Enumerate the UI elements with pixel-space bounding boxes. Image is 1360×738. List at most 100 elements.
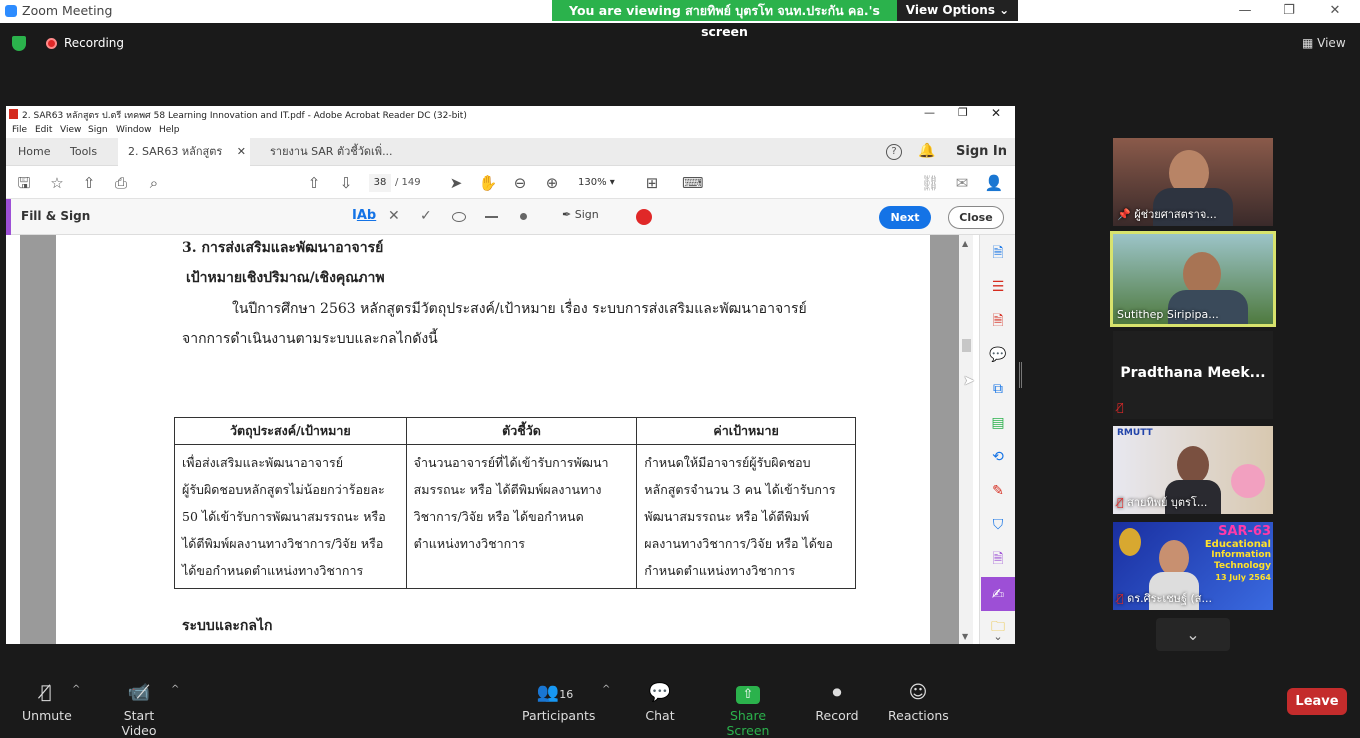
keyboard-icon[interactable]: ⌨ bbox=[682, 173, 704, 193]
menu-edit[interactable]: Edit bbox=[35, 125, 52, 135]
acrobat-close-button[interactable]: ✕ bbox=[991, 106, 1001, 120]
maximize-button[interactable]: ❐ bbox=[1266, 0, 1312, 23]
acrobat-maximize-button[interactable]: ❐ bbox=[958, 106, 968, 119]
bell-icon[interactable]: 🔔 bbox=[918, 143, 935, 159]
tab-document-2[interactable]: รายงาน SAR ตัวชี้วัดเพิ่... bbox=[260, 138, 403, 166]
menu-window[interactable]: Window bbox=[116, 125, 152, 135]
start-video-button[interactable]: 📹̸ Start Video bbox=[106, 682, 172, 738]
link-icon[interactable]: ⛓ bbox=[920, 173, 940, 193]
view-layout-button[interactable]: ▦ View bbox=[1302, 36, 1346, 50]
video-options-caret-icon[interactable]: ^ bbox=[171, 684, 179, 695]
text-field-icon[interactable]: IAb bbox=[352, 208, 376, 223]
close-window-button[interactable]: ✕ bbox=[1312, 0, 1358, 23]
hand-tool-icon[interactable]: ✋ bbox=[478, 173, 498, 193]
audio-options-caret-icon[interactable]: ^ bbox=[72, 684, 80, 695]
save-icon[interactable]: 🖫 bbox=[14, 173, 34, 193]
acrobat-menu-bar: File Edit View Sign Window Help bbox=[6, 123, 1015, 138]
leave-button[interactable]: Leave bbox=[1287, 688, 1347, 715]
edit-pdf-icon[interactable]: ▤ bbox=[988, 413, 1008, 433]
dot-icon[interactable] bbox=[520, 213, 527, 220]
select-cursor-icon[interactable]: ➤ bbox=[446, 173, 466, 193]
document-icon[interactable]: 🗎 bbox=[988, 549, 1008, 569]
reactions-button[interactable]: ☺ Reactions bbox=[888, 682, 949, 723]
scroll-down-icon[interactable]: ▼ bbox=[962, 632, 968, 641]
find-icon[interactable]: ⌕ bbox=[144, 173, 164, 193]
protect-icon[interactable]: ⛉ bbox=[988, 515, 1008, 535]
vertical-scrollbar[interactable]: ▲ ▼ bbox=[959, 235, 973, 644]
unmute-button[interactable]: 🎙̸ Unmute bbox=[22, 682, 72, 723]
grid-icon: ▦ bbox=[1302, 36, 1318, 50]
view-options-button[interactable]: View Options ⌄ bbox=[897, 0, 1018, 21]
sign-button[interactable]: ✒ Sign bbox=[562, 208, 599, 221]
participants-button[interactable]: 👥16 Participants bbox=[522, 682, 595, 723]
menu-file[interactable]: File bbox=[12, 125, 27, 135]
fill-sign-active-icon[interactable]: ✍ bbox=[981, 577, 1015, 611]
organize-pages-icon[interactable]: ☰ bbox=[988, 277, 1008, 297]
table-header: ค่าเป้าหมาย bbox=[636, 417, 856, 445]
acrobat-tab-bar: Home Tools 2. SAR63 หลักสูตร ป... ✕ รายง… bbox=[6, 138, 1015, 186]
export-pdf-icon[interactable]: 🗎 bbox=[988, 311, 1008, 331]
security-shield-icon[interactable] bbox=[12, 36, 26, 51]
video-tile[interactable]: SAR-63 Educational Information Technolog… bbox=[1113, 522, 1273, 610]
compress-icon[interactable]: ⟲ bbox=[988, 447, 1008, 467]
pin-icon: 📌 bbox=[1117, 208, 1135, 221]
check-mark-icon[interactable]: ✓ bbox=[420, 208, 432, 224]
video-tile[interactable]: 📌 ผู้ช่วยศาสตราจ... bbox=[1113, 138, 1273, 226]
menu-sign[interactable]: Sign bbox=[88, 125, 108, 135]
zoom-in-icon[interactable]: ⊕ bbox=[542, 173, 562, 193]
mail-icon[interactable]: ✉ bbox=[952, 173, 972, 193]
cell-line: เพื่อส่งเสริมและพัฒนาอาจารย์ bbox=[182, 455, 344, 470]
scroll-thumb[interactable] bbox=[962, 339, 971, 352]
participants-label: Participants bbox=[522, 708, 596, 723]
tab-close-icon[interactable]: ✕ bbox=[237, 138, 246, 166]
zoom-out-icon[interactable]: ⊖ bbox=[510, 173, 530, 193]
video-tile-active-speaker[interactable]: Sutithep Siripipa... bbox=[1110, 231, 1276, 327]
print-icon[interactable]: ⎙ bbox=[111, 173, 131, 193]
document-viewport[interactable]: 3. การส่งเสริมและพัฒนาอาจารย์ เป้าหมายเช… bbox=[20, 235, 973, 644]
university-seal-icon bbox=[1119, 528, 1141, 556]
video-tile[interactable]: RMUTT 🎙̸ สายทิพย์ บุตรโ... bbox=[1113, 426, 1273, 514]
highlight-icon[interactable]: ✎ bbox=[988, 481, 1008, 501]
tab-home[interactable]: Home bbox=[8, 138, 60, 166]
upload-icon[interactable]: ⇧ bbox=[79, 173, 99, 193]
video-tile-no-video[interactable]: Pradthana Meek... 🎙̸ bbox=[1113, 331, 1273, 419]
cross-mark-icon[interactable]: ✕ bbox=[388, 208, 400, 224]
add-user-icon[interactable]: 👤 bbox=[984, 173, 1004, 193]
create-pdf-icon[interactable]: 🗎 bbox=[988, 243, 1008, 263]
chat-label: Chat bbox=[645, 708, 675, 723]
line-icon[interactable] bbox=[485, 216, 498, 218]
muted-mic-icon: 🎙̸ bbox=[1117, 401, 1124, 414]
help-icon[interactable]: ? bbox=[886, 144, 902, 160]
zoom-level-select[interactable]: 130% ▾ bbox=[578, 177, 615, 188]
menu-view[interactable]: View bbox=[60, 125, 81, 135]
fill-and-sign-bar: Fill & Sign IAb ✕ ✓ ✒ Sign Next Close bbox=[6, 199, 1015, 235]
record-button[interactable]: ⏺ Record bbox=[814, 682, 860, 723]
panel-resize-handle[interactable] bbox=[1019, 362, 1022, 388]
acrobat-title: 2. SAR63 หลักสูตร ป.ตรี เทคพศ 58 Learnin… bbox=[22, 111, 467, 121]
table-header-row: วัตถุประสงค์/เป้าหมาย ตัวชี้วัด ค่าเป้าห… bbox=[174, 417, 856, 445]
tab-tools[interactable]: Tools bbox=[60, 138, 107, 166]
page-view-icon[interactable]: ⊞ bbox=[642, 173, 662, 193]
participants-options-caret-icon[interactable]: ^ bbox=[602, 684, 610, 695]
menu-help[interactable]: Help bbox=[159, 125, 180, 135]
close-fill-sign-button[interactable]: Close bbox=[948, 206, 1004, 229]
chevron-down-icon[interactable]: ⌄ bbox=[988, 627, 1008, 644]
scroll-up-icon[interactable]: ▲ bbox=[962, 239, 968, 248]
combine-files-icon[interactable]: ⧉ bbox=[988, 379, 1008, 399]
table-header: ตัวชี้วัด bbox=[405, 417, 638, 445]
previous-page-icon[interactable]: ⇧ bbox=[304, 173, 324, 193]
comment-icon[interactable]: 💬 bbox=[988, 345, 1008, 365]
minimize-button[interactable]: — bbox=[1222, 0, 1268, 23]
next-button[interactable]: Next bbox=[879, 206, 931, 229]
more-participants-chevron-icon[interactable]: ⌄ bbox=[1156, 618, 1230, 651]
sign-in-link[interactable]: Sign In bbox=[956, 144, 1007, 159]
share-screen-button[interactable]: ⇧ Share Screen bbox=[710, 682, 786, 738]
next-page-icon[interactable]: ⇩ bbox=[336, 173, 356, 193]
star-icon[interactable]: ☆ bbox=[47, 173, 67, 193]
color-picker-icon[interactable] bbox=[636, 209, 652, 225]
acrobat-minimize-button[interactable]: — bbox=[924, 106, 935, 119]
circle-icon[interactable] bbox=[452, 212, 466, 222]
chat-button[interactable]: 💬 Chat bbox=[640, 682, 680, 723]
tab-document-1[interactable]: 2. SAR63 หลักสูตร ป... ✕ bbox=[118, 138, 250, 186]
page-number-input[interactable]: 38 bbox=[369, 174, 391, 192]
